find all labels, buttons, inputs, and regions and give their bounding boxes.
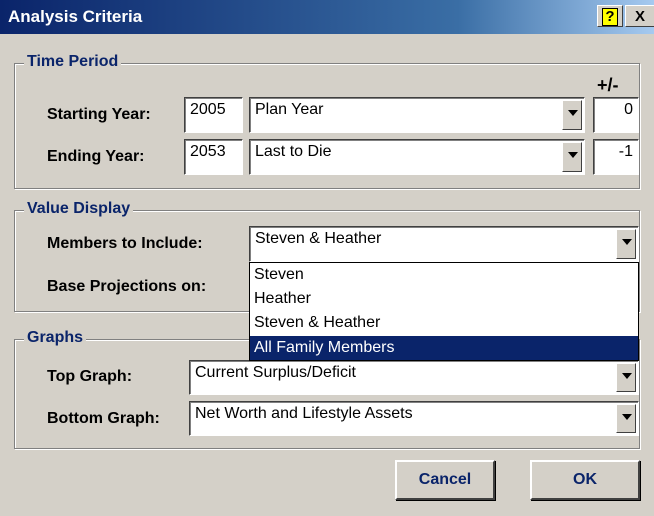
graphs-legend: Graphs: [24, 329, 87, 347]
starting-year-label: Starting Year:: [47, 106, 151, 123]
analysis-criteria-dialog: Analysis Criteria ? X Time Period +/- St…: [0, 0, 654, 516]
offset-column-header: +/-: [597, 75, 619, 95]
dropdown-option-heather[interactable]: Heather: [250, 287, 638, 311]
dropdown-option-steven-heather[interactable]: Steven & Heather: [250, 311, 638, 335]
window-title: Analysis Criteria: [8, 7, 143, 26]
close-button[interactable]: X: [625, 5, 654, 27]
ending-basis-select[interactable]: Last to Die: [249, 139, 585, 175]
dropdown-option-steven[interactable]: Steven: [250, 263, 638, 287]
cancel-button[interactable]: Cancel: [395, 460, 495, 500]
members-dropdown-list[interactable]: Steven Heather Steven & Heather All Fami…: [249, 262, 639, 361]
ending-year-label: Ending Year:: [47, 148, 145, 165]
ending-offset-input[interactable]: -1: [593, 139, 639, 175]
chevron-down-icon[interactable]: [616, 363, 636, 392]
members-to-include-select[interactable]: Steven & Heather: [249, 226, 639, 262]
chevron-down-icon[interactable]: [616, 404, 636, 433]
starting-year-input[interactable]: 2005: [184, 97, 243, 133]
dropdown-option-all-family-members[interactable]: All Family Members: [250, 336, 638, 360]
ok-button[interactable]: OK: [530, 460, 640, 500]
help-button[interactable]: ?: [597, 5, 623, 27]
top-graph-select[interactable]: Current Surplus/Deficit: [189, 360, 639, 395]
help-icon: ?: [602, 8, 618, 26]
chevron-down-icon[interactable]: [562, 142, 582, 172]
time-period-legend: Time Period: [24, 53, 122, 71]
members-to-include-label: Members to Include:: [47, 235, 203, 252]
ending-year-input[interactable]: 2053: [184, 139, 243, 175]
starting-basis-select[interactable]: Plan Year: [249, 97, 585, 133]
bottom-graph-label: Bottom Graph:: [47, 410, 160, 427]
close-icon: X: [634, 8, 645, 25]
top-graph-label: Top Graph:: [47, 368, 133, 385]
title-bar[interactable]: Analysis Criteria ? X: [0, 0, 654, 34]
bottom-graph-select[interactable]: Net Worth and Lifestyle Assets: [189, 401, 639, 436]
starting-offset-input[interactable]: 0: [593, 97, 639, 133]
chevron-down-icon[interactable]: [616, 229, 636, 259]
base-projections-label: Base Projections on:: [47, 278, 207, 295]
value-display-legend: Value Display: [24, 200, 134, 218]
chevron-down-icon[interactable]: [562, 100, 582, 130]
